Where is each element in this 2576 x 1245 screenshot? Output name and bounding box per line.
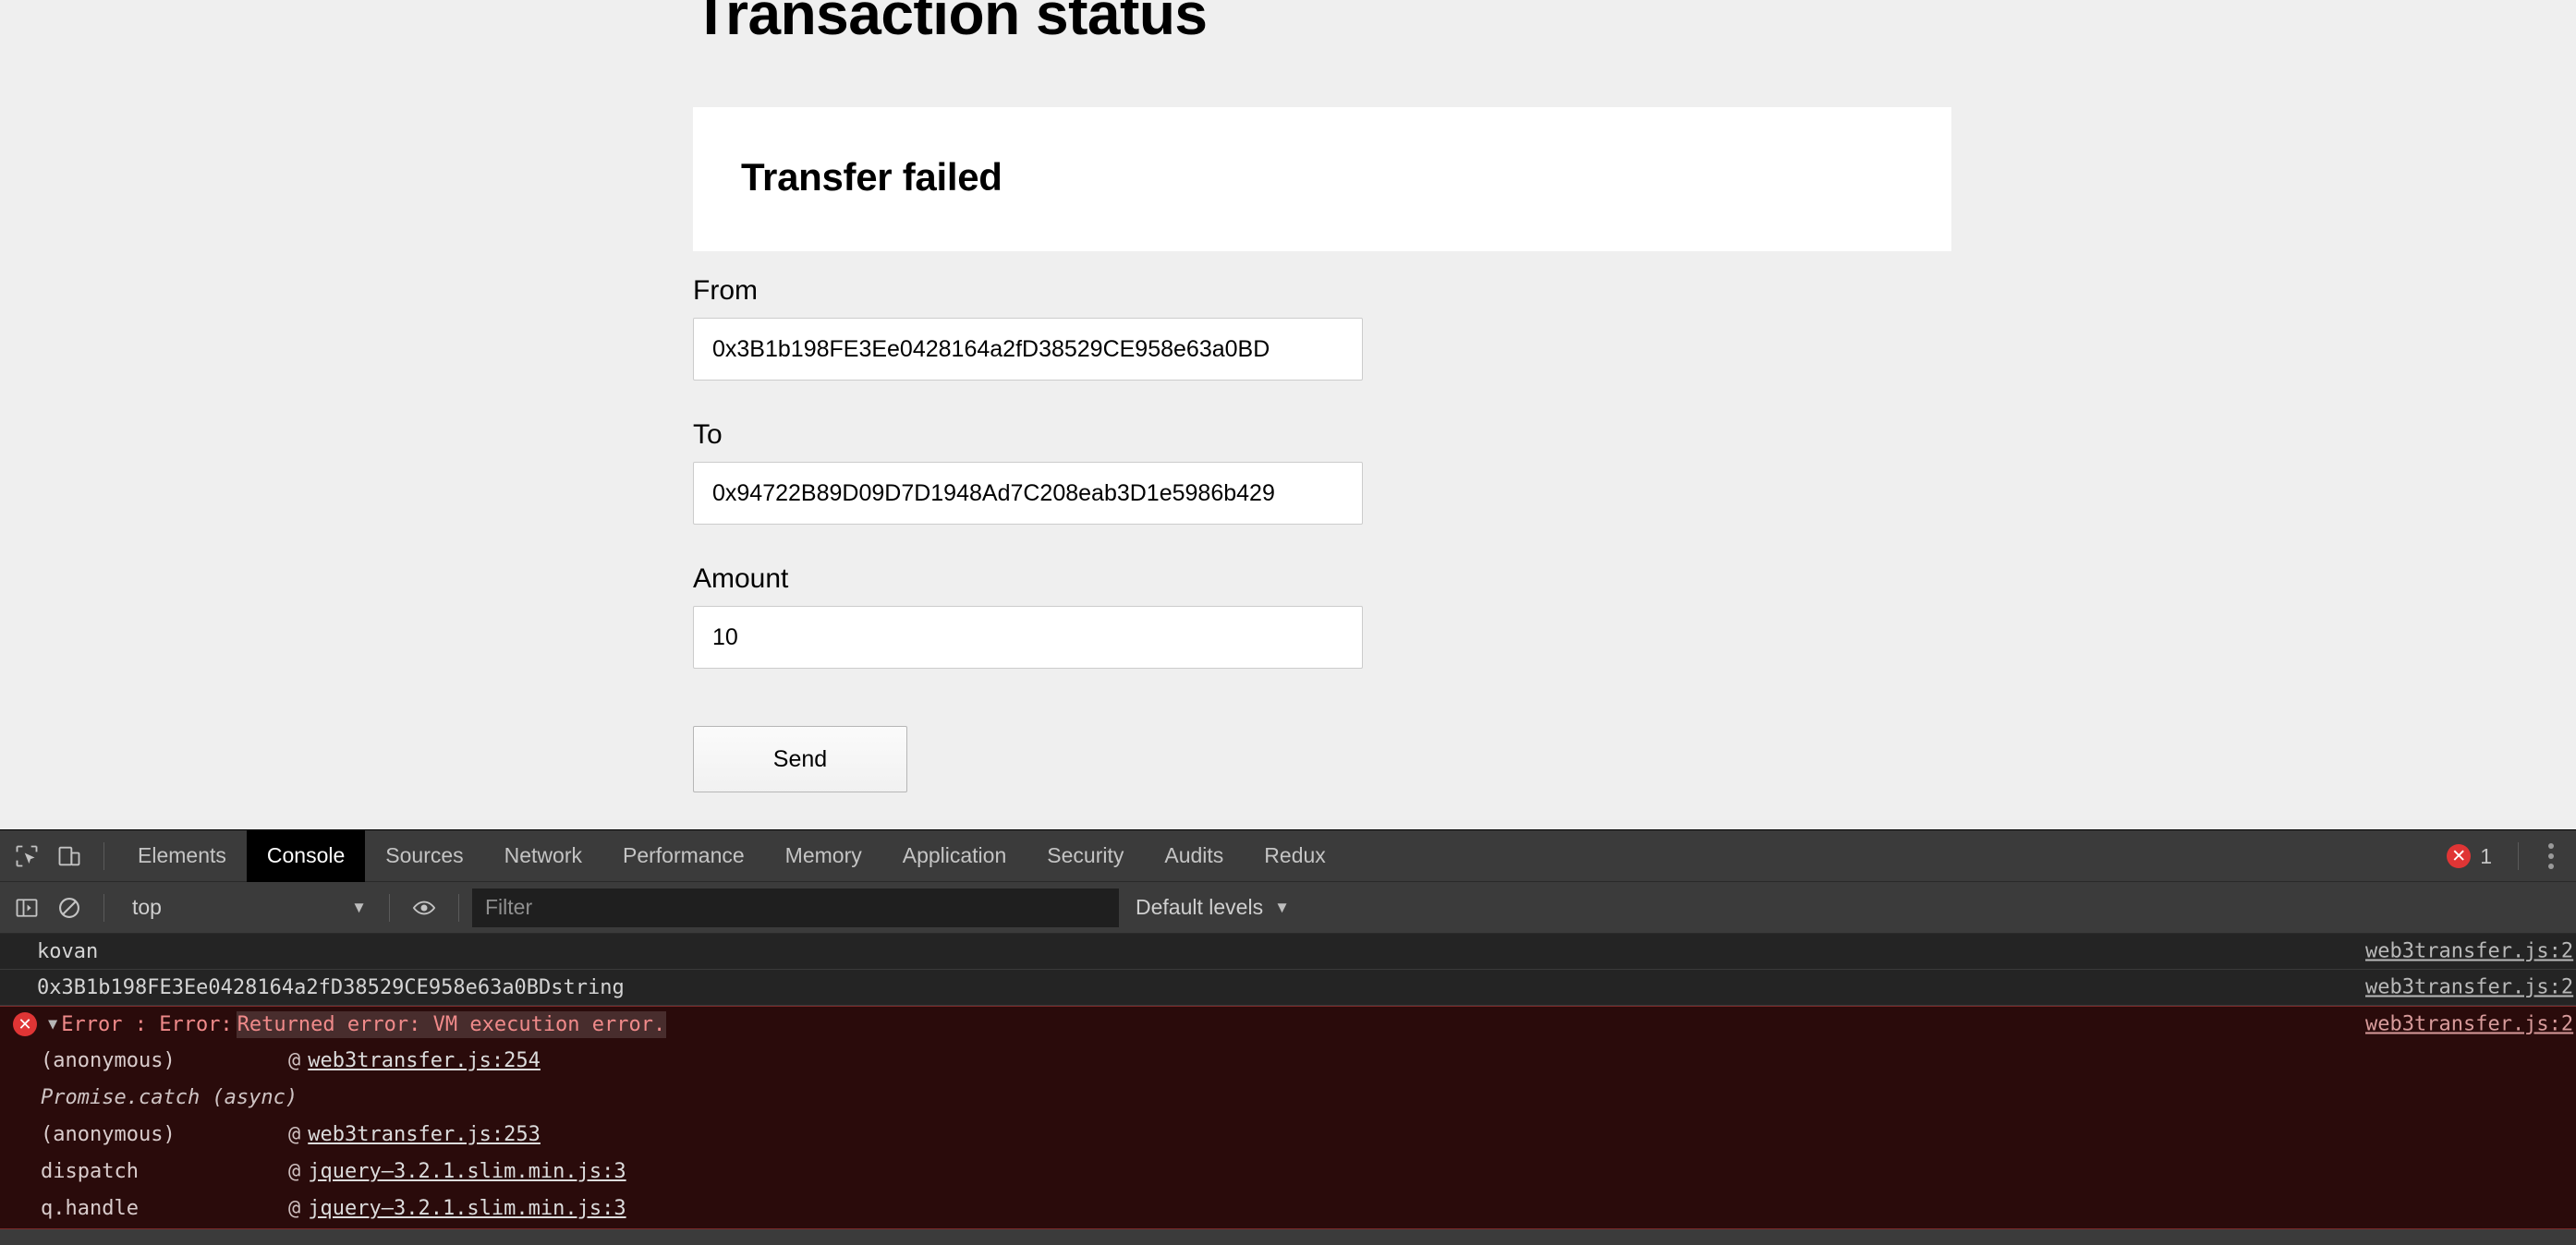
toolbar-divider <box>103 841 104 870</box>
stack-frame-function: (anonymous) <box>41 1048 176 1072</box>
tab-network[interactable]: Network <box>484 830 602 882</box>
console-error-stack: (anonymous) @ web3transfer.js:254 Promis… <box>0 1042 2576 1236</box>
tab-redux[interactable]: Redux <box>1244 830 1345 882</box>
expand-triangle-icon[interactable]: ▼ <box>48 1015 57 1033</box>
console-sidebar-icon[interactable] <box>6 887 48 929</box>
stack-frame-at: @ <box>288 1196 301 1220</box>
execution-context-value: top <box>132 895 162 919</box>
devtools-bottom-strip <box>0 1228 2576 1245</box>
console-output: kovan web3transfer.js:2 0x3B1b198FE3Ee04… <box>0 934 2576 1236</box>
execution-context-selector[interactable]: top ▼ <box>117 888 376 927</box>
error-icon: ✕ <box>2447 844 2472 868</box>
tab-console[interactable]: Console <box>246 830 366 882</box>
filterbar-divider-2 <box>389 893 390 922</box>
stack-frame-link[interactable]: web3transfer.js:253 <box>308 1123 541 1146</box>
tab-application[interactable]: Application <box>882 830 1027 882</box>
tab-sources[interactable]: Sources <box>365 830 483 882</box>
devtools-tab-list: Elements Console Sources Network Perform… <box>117 830 1346 882</box>
stack-frame[interactable]: q.handle @ jquery–3.2.1.slim.min.js:3 <box>0 1190 2576 1227</box>
stack-frame[interactable]: (anonymous) @ web3transfer.js:253 <box>0 1116 2576 1153</box>
stack-frame-link[interactable]: jquery–3.2.1.slim.min.js:3 <box>308 1197 626 1220</box>
more-options-icon[interactable] <box>2535 838 2567 875</box>
stack-frame[interactable]: (anonymous) @ web3transfer.js:254 <box>0 1042 2576 1079</box>
stack-frame-at: @ <box>288 1159 301 1183</box>
stack-frame-function: (anonymous) <box>41 1122 176 1146</box>
tab-security[interactable]: Security <box>1027 830 1144 882</box>
stack-frame-async-label: Promise.catch (async) <box>41 1085 298 1109</box>
transfer-status-card: Transfer failed <box>693 107 1951 251</box>
chevron-down-icon-levels: ▼ <box>1274 898 1290 916</box>
console-error-prefix: Error : Error: <box>61 1012 233 1036</box>
web-page: Transaction status Transfer failed From … <box>0 0 2576 829</box>
tab-elements[interactable]: Elements <box>117 830 247 882</box>
stack-frame-function: dispatch <box>41 1159 139 1183</box>
filterbar-divider-3 <box>458 893 459 922</box>
devtools-tabbar-right: ✕ 1 <box>2437 830 2576 882</box>
log-level-selector[interactable]: Default levels ▼ <box>1119 888 1306 927</box>
error-icon: ✕ <box>13 1012 37 1036</box>
devtools-panel: Elements Console Sources Network Perform… <box>0 829 2576 1245</box>
console-log-message: 0x3B1b198FE3Ee0428164a2fD38529CE958e63a0… <box>37 975 625 999</box>
to-input[interactable] <box>693 462 1363 525</box>
live-expression-icon[interactable] <box>403 887 445 929</box>
console-log-row[interactable]: kovan web3transfer.js:2 <box>0 934 2576 970</box>
devtools-tabbar: Elements Console Sources Network Perform… <box>0 830 2576 882</box>
amount-field-group: Amount <box>693 565 1987 669</box>
chevron-down-icon: ▼ <box>351 898 367 916</box>
from-field-group: From <box>693 277 1987 381</box>
console-log-source-link[interactable]: web3transfer.js:2 <box>2365 976 2576 999</box>
toolbar-divider-right <box>2518 842 2519 870</box>
log-level-value: Default levels <box>1136 895 1264 919</box>
console-filter-bar: top ▼ Default levels ▼ <box>0 882 2576 934</box>
console-error-message: Returned error: VM execution error. <box>236 1010 667 1038</box>
console-error-row[interactable]: ✕ ▼ Error : Error: Returned error: VM ex… <box>0 1006 2576 1042</box>
tab-audits[interactable]: Audits <box>1144 830 1244 882</box>
send-button[interactable]: Send <box>693 726 907 792</box>
amount-input[interactable] <box>693 606 1363 669</box>
tab-performance[interactable]: Performance <box>602 830 765 882</box>
tab-memory[interactable]: Memory <box>765 830 882 882</box>
stack-frame-function: q.handle <box>41 1196 139 1220</box>
stack-frame-at: @ <box>288 1122 301 1146</box>
to-label: To <box>693 419 723 450</box>
stack-frame-async: Promise.catch (async) <box>0 1079 2576 1116</box>
stack-frame-link[interactable]: jquery–3.2.1.slim.min.js:3 <box>308 1160 626 1183</box>
console-log-message: kovan <box>37 939 99 963</box>
console-error-source-link[interactable]: web3transfer.js:2 <box>2365 1013 2576 1036</box>
console-filter-input[interactable] <box>472 888 1119 927</box>
transfer-status-title: Transfer failed <box>741 155 1002 199</box>
filterbar-divider-1 <box>103 893 104 922</box>
stack-frame-at: @ <box>288 1048 301 1072</box>
inspect-element-icon[interactable] <box>6 835 48 877</box>
stack-frame[interactable]: dispatch @ jquery–3.2.1.slim.min.js:3 <box>0 1153 2576 1190</box>
from-input[interactable] <box>693 318 1363 381</box>
console-log-source-link[interactable]: web3transfer.js:2 <box>2365 940 2576 963</box>
to-field-group: To <box>693 421 1987 525</box>
transfer-form: From To Amount Send <box>693 277 1987 792</box>
device-toolbar-icon[interactable] <box>48 835 91 877</box>
console-log-row[interactable]: 0x3B1b198FE3Ee0428164a2fD38529CE958e63a0… <box>0 970 2576 1006</box>
error-count-value: 1 <box>2480 843 2492 868</box>
from-label: From <box>693 275 758 306</box>
stack-frame-link[interactable]: web3transfer.js:254 <box>308 1049 541 1072</box>
page-title: Transaction status <box>693 0 1208 47</box>
clear-console-icon[interactable] <box>48 887 91 929</box>
error-count-badge[interactable]: ✕ 1 <box>2437 844 2501 869</box>
amount-label: Amount <box>693 563 789 594</box>
